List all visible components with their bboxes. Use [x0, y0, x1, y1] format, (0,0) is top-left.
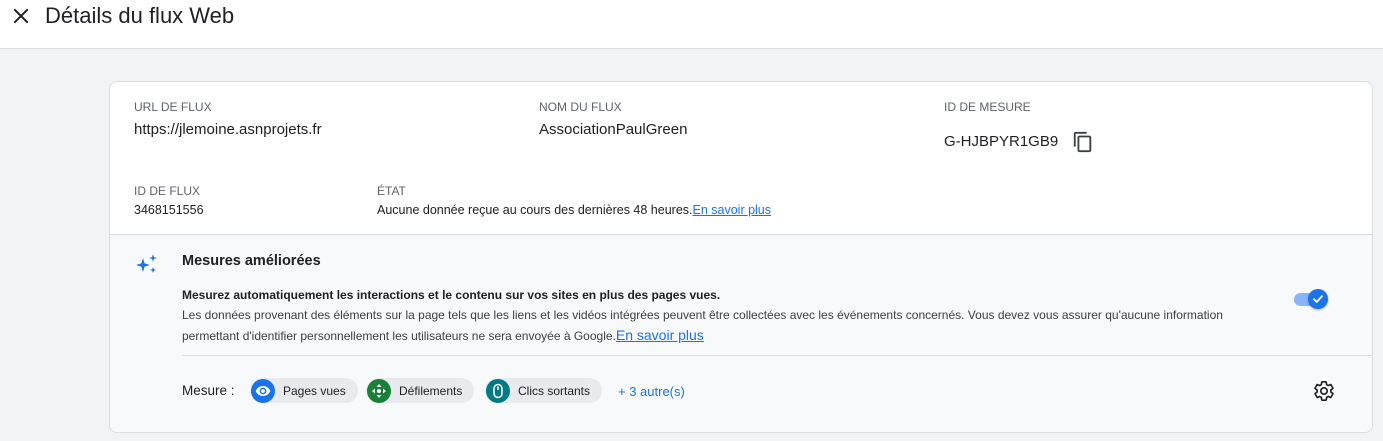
chip-label: Pages vues	[283, 383, 346, 398]
eye-icon	[251, 378, 275, 403]
chip-outbound-clicks[interactable]: Clics sortants	[485, 378, 603, 403]
measure-label: Mesure :	[182, 383, 235, 398]
close-icon[interactable]	[8, 3, 34, 29]
chip-label: Clics sortants	[518, 383, 591, 398]
name-value: AssociationPaulGreen	[539, 121, 688, 138]
enhanced-measurement-section: Mesures améliorées Mesurez automatiqueme…	[110, 234, 1372, 432]
page-title: Détails du flux Web	[45, 3, 235, 28]
state-label: ÉTAT	[377, 184, 406, 198]
enhanced-title: Mesures améliorées	[182, 253, 321, 269]
enhanced-summary: Mesurez automatiquement les interactions…	[182, 288, 721, 302]
copy-icon[interactable]	[1071, 130, 1095, 154]
stream-details-card: URL DE FLUX https://jlemoine.asnprojets.…	[109, 81, 1373, 433]
gear-icon[interactable]	[1312, 379, 1336, 403]
enhanced-learn-more-link[interactable]: En savoir plus	[616, 327, 704, 343]
state-learn-more-link[interactable]: En savoir plus	[693, 203, 772, 217]
measure-id-value: G-HJBPYR1GB9	[944, 133, 1059, 150]
arrows-move-icon	[367, 378, 391, 403]
url-label: URL DE FLUX	[134, 100, 212, 114]
enhanced-description: Les données provenant des éléments sur l…	[182, 305, 1272, 346]
divider	[182, 355, 1372, 356]
state-text: Aucune donnée reçue au cours des dernièr…	[377, 203, 693, 217]
state-value: Aucune donnée reçue au cours des dernièr…	[377, 202, 771, 218]
mouse-icon	[486, 378, 510, 403]
enhanced-toggle[interactable]	[1292, 287, 1330, 311]
url-value: https://jlemoine.asnprojets.fr	[134, 121, 322, 138]
sparkle-icon	[134, 252, 160, 278]
stream-id-label: ID DE FLUX	[134, 184, 201, 198]
header: Détails du flux Web	[0, 0, 1383, 49]
name-label: NOM DU FLUX	[539, 100, 622, 114]
stream-id-value: 3468151556	[134, 203, 204, 217]
check-icon	[1308, 289, 1328, 309]
measure-id-label: ID DE MESURE	[944, 100, 1031, 114]
chip-page-views[interactable]: Pages vues	[250, 378, 358, 403]
more-measures-link[interactable]: + 3 autre(s)	[618, 384, 685, 399]
chip-scrolls[interactable]: Défilements	[366, 378, 475, 403]
chip-label: Défilements	[399, 383, 463, 398]
